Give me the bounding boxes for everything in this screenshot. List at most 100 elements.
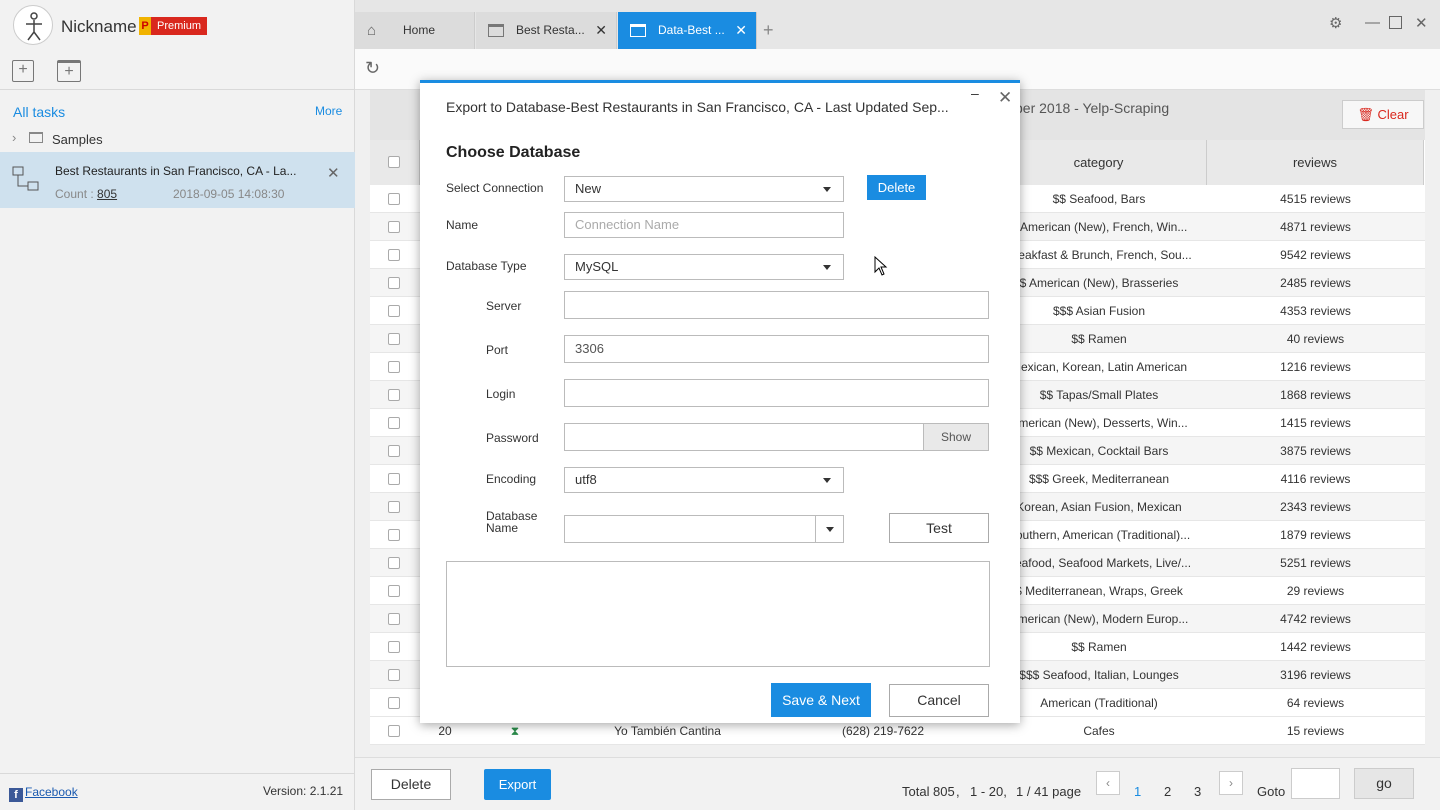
- row-checkbox[interactable]: [388, 725, 400, 737]
- task-count-link[interactable]: 805: [97, 187, 117, 201]
- window-icon: [630, 24, 646, 37]
- page-2[interactable]: 2: [1164, 784, 1171, 799]
- row-checkbox[interactable]: [388, 557, 400, 569]
- goto-input[interactable]: [1291, 768, 1340, 799]
- avatar[interactable]: [13, 5, 53, 45]
- encoding-label: Encoding: [486, 472, 537, 486]
- select-connection-label: Select Connection: [446, 181, 544, 195]
- row-checkbox[interactable]: [388, 697, 400, 709]
- facebook-link[interactable]: f Facebook: [9, 785, 78, 802]
- reviews-cell: 1879 reviews: [1280, 528, 1351, 542]
- reviews-header[interactable]: reviews: [1207, 140, 1424, 185]
- home-icon: ⌂: [367, 22, 377, 39]
- new-folder-icon[interactable]: +: [57, 60, 81, 82]
- tab-best-restaurants[interactable]: Best Resta... ✕: [476, 12, 617, 49]
- clear-button[interactable]: 🗑 Clear: [1342, 100, 1424, 129]
- page-1[interactable]: 1: [1134, 784, 1141, 799]
- chevron-down-icon[interactable]: [815, 516, 843, 542]
- facebook-icon: f: [9, 788, 23, 802]
- show-password-button[interactable]: Show: [923, 423, 989, 451]
- task-item[interactable]: Best Restaurants in San Francisco, CA - …: [0, 152, 355, 208]
- export-button[interactable]: Export: [484, 769, 551, 800]
- prev-page-icon[interactable]: ‹: [1096, 771, 1120, 795]
- row-checkbox[interactable]: [388, 613, 400, 625]
- close-icon[interactable]: ✕: [998, 88, 1012, 108]
- samples-folder[interactable]: › Samples: [0, 130, 355, 150]
- reviews-cell: 5251 reviews: [1280, 556, 1351, 570]
- tab-bar: ⌂ Home Best Resta... ✕ Data-Best ... ✕ +…: [355, 0, 1440, 49]
- close-window-icon[interactable]: ✕: [1415, 14, 1428, 32]
- row-checkbox[interactable]: [388, 389, 400, 401]
- sidebar-toolbar: + +: [0, 52, 355, 90]
- gear-icon[interactable]: ⚙: [1329, 14, 1342, 32]
- reviews-cell: 1442 reviews: [1280, 640, 1351, 654]
- go-button[interactable]: go: [1354, 768, 1414, 799]
- password-label: Password: [486, 431, 539, 445]
- delete-connection-button[interactable]: Delete: [867, 175, 926, 200]
- test-button[interactable]: Test: [889, 513, 989, 543]
- row-checkbox[interactable]: [388, 277, 400, 289]
- database-name-combo[interactable]: [564, 515, 844, 543]
- row-checkbox[interactable]: [388, 417, 400, 429]
- category-cell: $ Mediterranean, Wraps, Greek: [1015, 584, 1183, 598]
- row-checkbox[interactable]: [388, 501, 400, 513]
- reviews-cell: 2343 reviews: [1280, 500, 1351, 514]
- premium-badge: P Premium: [139, 17, 208, 35]
- category-header[interactable]: category: [991, 140, 1207, 185]
- category-cell: American (New), Modern Europ...: [1009, 612, 1189, 626]
- delete-button[interactable]: Delete: [371, 769, 451, 800]
- close-icon[interactable]: ✕: [327, 164, 340, 182]
- reviews-cell: 4116 reviews: [1280, 472, 1351, 486]
- page-3[interactable]: 3: [1194, 784, 1201, 799]
- row-checkbox[interactable]: [388, 249, 400, 261]
- minimize-icon[interactable]: –: [971, 85, 979, 101]
- tab-data-best[interactable]: Data-Best ... ✕: [618, 12, 757, 49]
- encoding-dropdown[interactable]: utf8: [564, 467, 844, 493]
- port-input[interactable]: 3306: [564, 335, 989, 363]
- category-cell: $$$ Seafood, Italian, Lounges: [1019, 668, 1179, 682]
- category-cell: $$ Ramen: [1071, 640, 1127, 654]
- password-input[interactable]: [564, 423, 924, 451]
- minimize-icon[interactable]: —: [1365, 14, 1380, 31]
- all-tasks-label[interactable]: All tasks: [13, 104, 65, 120]
- more-link[interactable]: More: [315, 104, 342, 118]
- next-page-icon[interactable]: ›: [1219, 771, 1243, 795]
- reviews-cell: 29 reviews: [1286, 584, 1345, 598]
- reviews-cell: 4742 reviews: [1280, 612, 1351, 626]
- select-all-checkbox[interactable]: [388, 156, 400, 168]
- row-checkbox[interactable]: [388, 669, 400, 681]
- login-input[interactable]: [564, 379, 989, 407]
- row-checkbox[interactable]: [388, 473, 400, 485]
- row-checkbox[interactable]: [388, 445, 400, 457]
- task-date: 2018-09-05 14:08:30: [173, 187, 285, 201]
- maximize-icon[interactable]: [1389, 16, 1402, 29]
- category-cell: $ American (New), French, Win...: [1010, 220, 1188, 234]
- chevron-right-icon[interactable]: ›: [12, 130, 16, 145]
- save-next-button[interactable]: Save & Next: [771, 683, 871, 717]
- row-checkbox[interactable]: [388, 585, 400, 597]
- connection-name-input[interactable]: Connection Name: [564, 212, 844, 238]
- select-connection-dropdown[interactable]: New: [564, 176, 844, 202]
- row-checkbox[interactable]: [388, 221, 400, 233]
- database-type-dropdown[interactable]: MySQL: [564, 254, 844, 280]
- refresh-icon[interactable]: ↻: [365, 58, 380, 79]
- server-input[interactable]: [564, 291, 989, 319]
- category-cell: Breakfast & Brunch, French, Sou...: [1006, 248, 1192, 262]
- tab-home[interactable]: ⌂ Home: [355, 12, 475, 49]
- log-textarea[interactable]: [446, 561, 990, 667]
- category-cell: $$ Mexican, Cocktail Bars: [1029, 444, 1169, 458]
- row-checkbox[interactable]: [388, 193, 400, 205]
- reviews-cell: 64 reviews: [1286, 696, 1345, 710]
- row-checkbox[interactable]: [388, 305, 400, 317]
- row-checkbox[interactable]: [388, 641, 400, 653]
- row-checkbox[interactable]: [388, 333, 400, 345]
- reviews-cell: 1216 reviews: [1280, 360, 1351, 374]
- row-checkbox[interactable]: [388, 361, 400, 373]
- cancel-button[interactable]: Cancel: [889, 684, 989, 717]
- new-task-icon[interactable]: +: [12, 60, 34, 82]
- row-checkbox[interactable]: [388, 529, 400, 541]
- close-tab-icon[interactable]: ✕: [735, 12, 747, 49]
- close-tab-icon[interactable]: ✕: [595, 12, 607, 49]
- range-label: 1 - 20,: [970, 784, 1007, 799]
- add-tab-icon[interactable]: +: [763, 20, 774, 41]
